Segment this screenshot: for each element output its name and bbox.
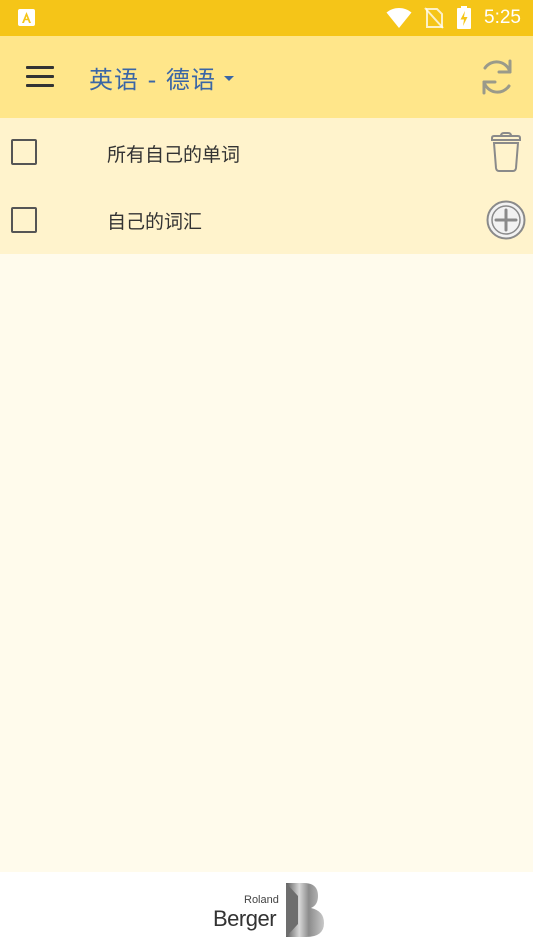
page-title: 英语 - 德语 bbox=[89, 65, 216, 94]
logo-b-mark bbox=[286, 883, 324, 937]
app-notification-icon bbox=[18, 9, 35, 26]
roland-berger-logo: Roland Berger bbox=[212, 882, 326, 940]
list-item-label: 所有自己的单词 bbox=[107, 144, 241, 166]
checkbox[interactable] bbox=[11, 139, 37, 165]
app-bar: 英语 - 德语 bbox=[0, 36, 533, 118]
dropdown-caret-icon bbox=[223, 76, 234, 81]
logo-small-text: Roland bbox=[244, 894, 279, 906]
hamburger-menu-icon[interactable] bbox=[22, 60, 60, 94]
list-item[interactable]: 自己的词汇 bbox=[0, 186, 533, 254]
checkbox[interactable] bbox=[11, 207, 37, 233]
battery-charging-icon bbox=[457, 6, 472, 29]
no-sim-icon bbox=[424, 7, 444, 29]
add-circle-icon[interactable] bbox=[486, 200, 526, 240]
status-bar: 5:25 bbox=[0, 0, 533, 36]
logo-large-text: Berger bbox=[213, 906, 277, 931]
footer: Roland Berger bbox=[0, 872, 533, 947]
wifi-icon bbox=[386, 8, 412, 28]
list-item[interactable]: 所有自己的单词 bbox=[0, 118, 533, 186]
trash-icon[interactable] bbox=[489, 131, 523, 173]
list-item-label: 自己的词汇 bbox=[107, 211, 203, 233]
sync-icon[interactable] bbox=[477, 56, 517, 98]
vocabulary-list: 所有自己的单词 自己的词汇 bbox=[0, 118, 533, 254]
status-time: 5:25 bbox=[484, 7, 521, 28]
language-pair-dropdown[interactable]: 英语 - 德语 bbox=[89, 60, 234, 94]
